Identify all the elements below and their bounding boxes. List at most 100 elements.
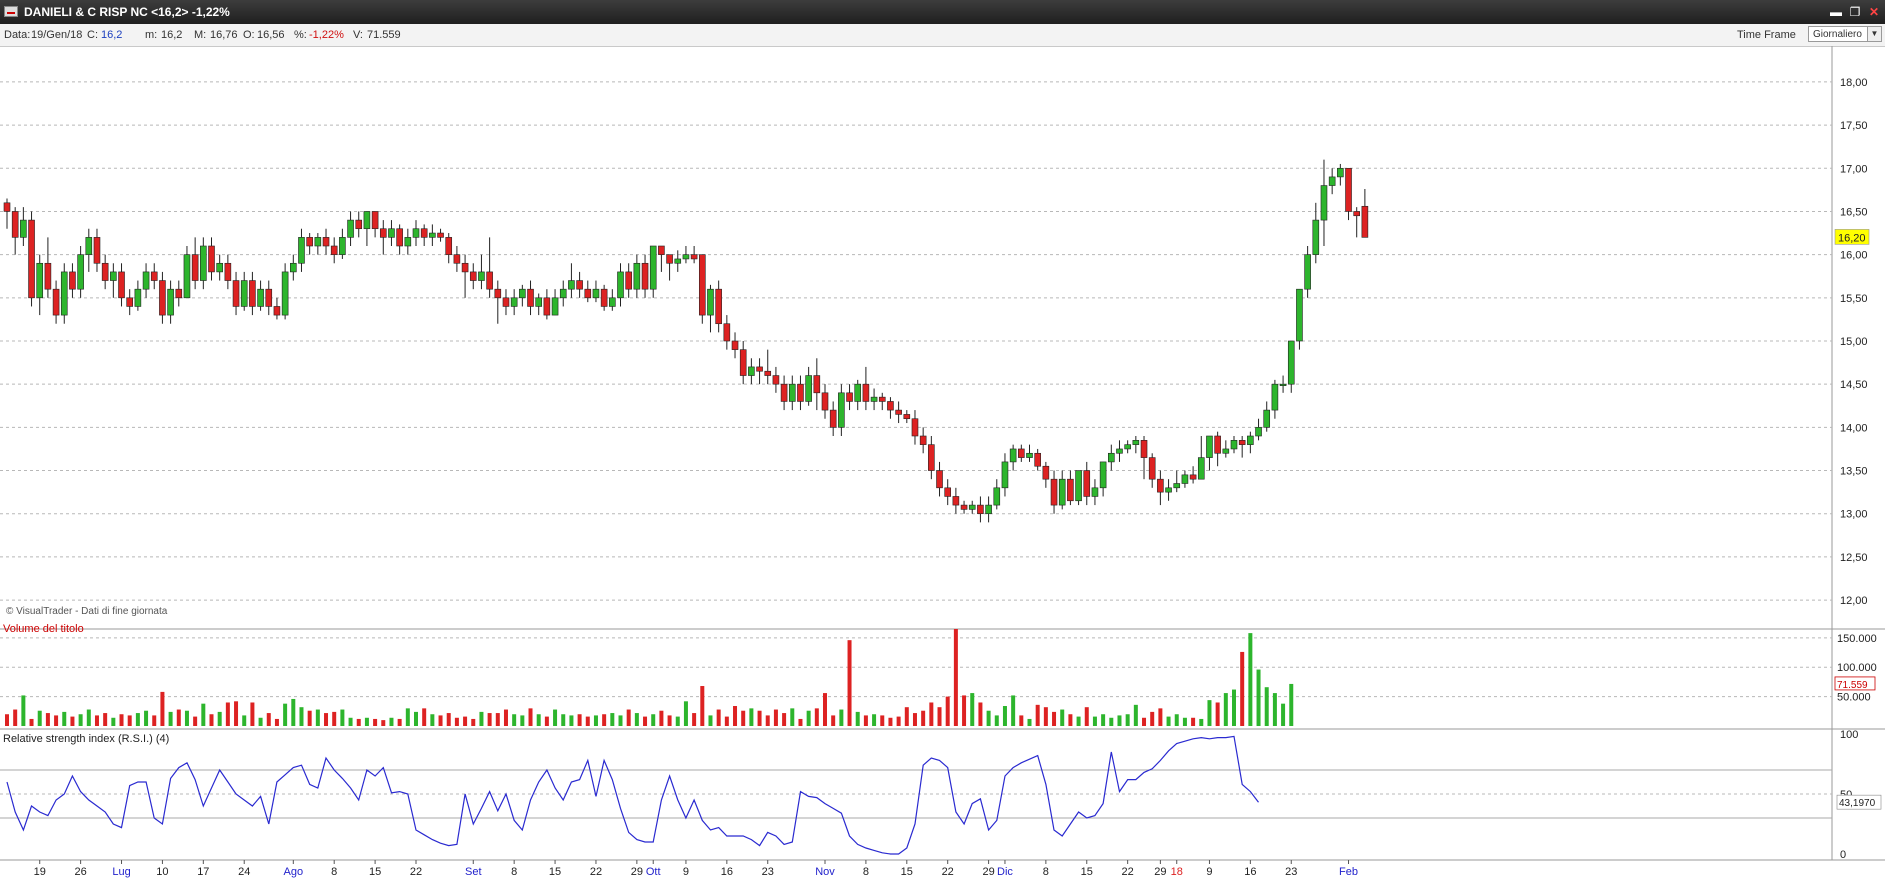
volume-bar xyxy=(782,713,787,726)
candle-body xyxy=(110,271,117,281)
candle-body xyxy=(1279,383,1287,386)
price-tick-label: 15,00 xyxy=(1840,336,1868,348)
date-label: Data: xyxy=(4,29,31,41)
close-button[interactable]: ✕ xyxy=(1866,4,1882,20)
volume-bar xyxy=(70,716,75,726)
volume-bar xyxy=(454,717,459,726)
candle-body xyxy=(1296,288,1303,342)
volume-bar xyxy=(1150,711,1155,726)
time-tick-label: Ott xyxy=(646,866,661,878)
candle-body xyxy=(600,288,608,307)
time-tick-label: Nov xyxy=(815,866,835,878)
volume-bar xyxy=(962,695,967,726)
volume-bar xyxy=(381,720,386,726)
price-tick-label: 16,00 xyxy=(1840,250,1868,262)
time-tick-label: 8 xyxy=(511,866,517,878)
candle-body xyxy=(1173,483,1181,489)
volume-bar xyxy=(716,709,721,726)
ohlc-info-bar: Data: 19/Gen/18 C: 16,2 m: 16,2 M: 16,76… xyxy=(0,24,1885,47)
volume-bar xyxy=(1092,716,1097,726)
volume-bar xyxy=(1158,708,1163,726)
candle-body xyxy=(44,262,52,290)
volume-bar xyxy=(127,715,132,726)
time-tick-label: 15 xyxy=(369,866,381,878)
candle-body xyxy=(420,228,428,238)
volume-bar xyxy=(348,717,353,726)
volume-bar xyxy=(1011,695,1016,726)
volume-bar xyxy=(283,703,288,726)
candle-body xyxy=(1067,478,1074,502)
candle-body xyxy=(1026,452,1033,458)
volume-bar xyxy=(512,714,517,726)
time-tick-label: 10 xyxy=(156,866,168,878)
volume-bar xyxy=(103,713,108,726)
volume-bar xyxy=(1076,716,1081,726)
candle-body xyxy=(486,271,493,290)
price-tick-label: 13,00 xyxy=(1840,509,1868,521)
chevron-down-icon[interactable]: ▼ xyxy=(1867,27,1881,41)
candle-body xyxy=(77,254,84,290)
volume-bar xyxy=(994,715,999,726)
time-tick-label: Ago xyxy=(284,866,304,878)
candle-body xyxy=(494,288,502,299)
volume-bar xyxy=(1019,715,1024,726)
candle-body xyxy=(715,288,722,325)
candle-body xyxy=(928,444,935,471)
candle-body xyxy=(347,219,354,238)
candle-body xyxy=(1181,474,1189,484)
volume-bar xyxy=(749,708,754,726)
candle-body xyxy=(1304,254,1311,290)
volume-bar xyxy=(1084,707,1089,726)
volume-bar xyxy=(54,715,59,726)
time-tick-label: 22 xyxy=(590,866,602,878)
volume-bar xyxy=(1199,718,1204,726)
time-tick-label: 23 xyxy=(1285,866,1297,878)
volume-bar xyxy=(610,713,615,726)
volume-bar xyxy=(463,716,468,726)
candle-body xyxy=(118,271,125,299)
candle-body xyxy=(641,262,649,290)
candle-body xyxy=(944,487,952,497)
candle-body xyxy=(306,237,313,247)
candle-body xyxy=(134,288,142,307)
volume-bar xyxy=(37,710,42,726)
volume-bar xyxy=(430,714,435,726)
time-tick-label: 29 xyxy=(982,866,994,878)
volume-bar xyxy=(757,710,762,726)
candle-body xyxy=(1157,478,1164,493)
volume-bar xyxy=(225,702,230,726)
candle-body xyxy=(371,211,379,230)
time-tick-label: 15 xyxy=(1081,866,1093,878)
candle-body xyxy=(1099,461,1107,489)
candle-body xyxy=(69,271,76,290)
max-label: M: xyxy=(194,29,207,41)
candle-body xyxy=(764,370,772,376)
volume-bar xyxy=(1027,718,1032,726)
price-tick-label: 18,00 xyxy=(1840,77,1868,89)
candle-body xyxy=(617,271,624,299)
candle-body xyxy=(330,245,338,255)
volume-bar xyxy=(29,718,34,726)
volume-bar xyxy=(667,715,672,726)
candle-body xyxy=(952,496,960,506)
volume-bar xyxy=(13,709,18,726)
minimize-button[interactable]: ▬ xyxy=(1828,4,1844,20)
volume-bar xyxy=(291,698,296,726)
timeframe-select[interactable]: Giornaliero ▼ xyxy=(1808,26,1882,42)
candle-body xyxy=(1058,478,1066,506)
time-tick-label: 22 xyxy=(942,866,954,878)
time-tick-label: 15 xyxy=(901,866,913,878)
candle-body xyxy=(1238,440,1246,445)
candle-body xyxy=(723,323,731,342)
volume-bar xyxy=(724,716,729,726)
volume-bar xyxy=(1264,687,1269,726)
candle-body xyxy=(1108,452,1115,463)
volume-bar xyxy=(839,709,844,726)
volume-bar xyxy=(814,708,819,726)
restore-button[interactable]: ❐ xyxy=(1847,4,1863,20)
candle-body xyxy=(797,383,804,402)
candle-body xyxy=(281,271,289,316)
candle-body xyxy=(674,258,682,264)
candle-body xyxy=(1214,435,1221,454)
candle-body xyxy=(592,288,600,299)
